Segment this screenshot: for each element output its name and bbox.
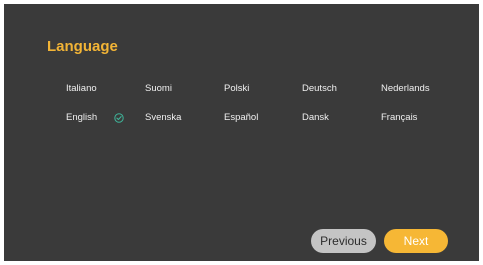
language-option-nederlands[interactable]: Nederlands [381, 83, 430, 95]
language-option-svenska[interactable]: Svenska [145, 112, 181, 124]
language-option-deutsch[interactable]: Deutsch [302, 83, 337, 95]
language-option-francais[interactable]: Français [381, 112, 417, 124]
language-option-suomi[interactable]: Suomi [145, 83, 172, 95]
language-option-polski[interactable]: Polski [224, 83, 249, 95]
previous-button[interactable]: Previous [311, 229, 376, 253]
next-button[interactable]: Next [384, 229, 448, 253]
language-option-italiano[interactable]: Italiano [66, 83, 97, 95]
language-option-dansk[interactable]: Dansk [302, 112, 329, 124]
page-title: Language [47, 38, 118, 55]
check-circle-icon [114, 113, 124, 123]
language-screen: Language Italiano Suomi Polski Deutsch N… [4, 4, 479, 261]
language-option-english[interactable]: English [66, 112, 97, 124]
language-option-espanol[interactable]: Español [224, 112, 258, 124]
